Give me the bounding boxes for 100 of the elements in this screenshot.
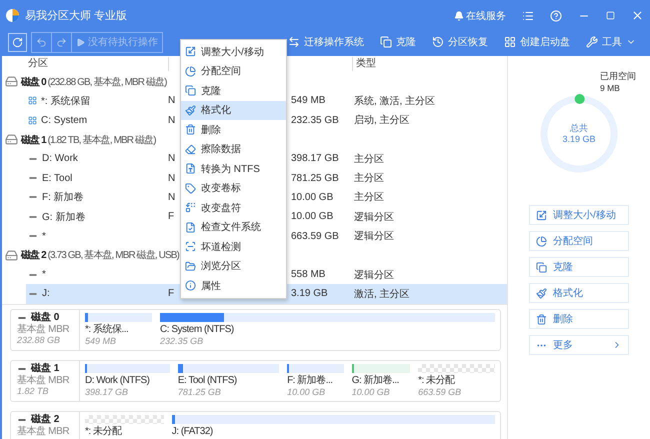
file-system-cell: N <box>168 114 176 126</box>
type-cell-text: 主分区 <box>354 190 385 204</box>
help-icon[interactable] <box>550 10 562 22</box>
menu-item[interactable]: 改变盘符 <box>181 198 286 218</box>
used-space-value: 9 MB <box>600 83 621 93</box>
partition-size: 549 MB <box>85 336 118 347</box>
menu-item[interactable]: 改变卷标 <box>181 178 286 198</box>
refresh-icon <box>12 36 23 48</box>
column-header: 类型 <box>352 57 476 71</box>
partition-name[interactable]: E: Tool <box>42 172 168 184</box>
redo-icon <box>56 36 67 48</box>
maximize-icon[interactable] <box>606 11 615 20</box>
disk-row-label: 磁盘 0 (232.88 GB, 基本盘, MBR 磁盘) <box>21 76 167 89</box>
disk-title: 磁盘 1 <box>31 362 60 374</box>
arrows-icon <box>288 36 300 48</box>
partition-name: J: (FAT32) <box>172 426 214 438</box>
partition-bar[interactable] <box>85 364 170 373</box>
partition-name: *: 未分配 <box>418 374 456 387</box>
partition-bar[interactable] <box>160 312 495 322</box>
disk-type: 基本盘 MBR <box>17 324 70 335</box>
wrench-icon <box>586 36 598 48</box>
partition-name: D: Work (NTFS) <box>85 374 150 387</box>
brush-icon <box>185 104 196 116</box>
action-button[interactable]: 删除 <box>529 309 629 329</box>
scan-icon <box>185 241 196 252</box>
file-system-cell: N <box>168 95 176 106</box>
pie-chart-icon <box>536 236 547 246</box>
disk-type: 基本盘 MBR <box>17 374 70 386</box>
copy-icon <box>380 36 392 48</box>
resize-icon <box>536 210 547 220</box>
info-icon <box>185 280 196 292</box>
action-button[interactable]: 格式化 <box>529 283 629 303</box>
history-icon <box>432 36 444 48</box>
partition-bar[interactable] <box>287 364 344 373</box>
type-cell-text: 激活, 主分区 <box>354 288 411 301</box>
type-cell-text: 主分区 <box>354 172 385 186</box>
type-cell-text: 逻辑分区 <box>354 210 395 224</box>
disk-card[interactable]: 磁盘 1 基本盘 MBR 1.82 TB D: Work (NTFS) 398.17 GB E: Tool (NTFS) 781.25 GB F: 新加卷... 10.00 GB G: 新加卷... 10.00 GB *: 未分配 663.59 GB <box>10 360 501 402</box>
action-button[interactable]: 更多 <box>529 335 629 355</box>
total-value: 3.19 GB <box>562 134 596 145</box>
partition-size: 781.25 GB <box>178 386 222 398</box>
partition-name[interactable]: J: <box>42 288 168 300</box>
capacity-cell-text: 663.59 GB <box>291 230 340 242</box>
menu-item[interactable]: 检查文件系统 <box>181 218 286 237</box>
partition-name[interactable]: * <box>42 269 168 280</box>
file-type-icon <box>185 163 196 174</box>
window-title: 易我分区大师 专业版 <box>25 9 128 23</box>
partition-size: 663.59 GB <box>418 386 462 398</box>
partition-name[interactable]: *: 系统保留 <box>41 94 168 108</box>
disk-type: 基本盘 MBR <box>17 426 70 437</box>
type-cell-text: 启动, 主分区 <box>354 114 411 128</box>
partition-name[interactable]: G: 新加卷 <box>42 210 168 224</box>
menu-item[interactable]: 属性 <box>181 276 286 296</box>
file-system-cell: F <box>168 211 174 222</box>
partition-bar[interactable] <box>85 312 152 322</box>
copy-icon <box>536 262 547 272</box>
partition-size: 398.17 GB <box>85 386 130 398</box>
partition-bar[interactable] <box>352 364 410 373</box>
disk-title: 磁盘 0 <box>31 312 60 324</box>
file-system-cell: N <box>168 192 176 203</box>
trash-icon <box>185 124 196 136</box>
brush-icon <box>536 288 547 298</box>
action-button[interactable]: 调整大小/移动 <box>529 205 629 225</box>
play-icon <box>76 38 85 46</box>
refresh-button[interactable] <box>8 32 27 52</box>
partition-name[interactable]: D: Work <box>42 153 168 164</box>
toolbar-button[interactable]: 创建启动盘 <box>498 35 576 49</box>
menu-item[interactable]: 格式化 <box>181 100 286 120</box>
action-button[interactable]: 克隆 <box>529 257 629 277</box>
toolbar-button[interactable]: 工具 <box>580 35 642 49</box>
partition-name: F: 新加卷... <box>287 374 334 387</box>
disk-card[interactable]: 磁盘 0 基本盘 MBR 232.88 GB *: 系统保... 549 MB C: System (NTFS) 232.35 GB <box>10 308 501 351</box>
menu-item[interactable]: 转换为 NTFS <box>181 159 286 178</box>
resize-icon <box>185 46 196 58</box>
partition-bar[interactable] <box>178 364 280 373</box>
partition-name: E: Tool (NTFS) <box>178 374 238 387</box>
type-cell-text: 逻辑分区 <box>354 230 395 244</box>
action-button[interactable]: 分配空间 <box>529 231 629 251</box>
replace-icon <box>185 202 196 214</box>
close-icon[interactable] <box>631 9 644 22</box>
partition-name[interactable]: * <box>42 230 168 242</box>
menu-item[interactable]: 分配空间 <box>181 62 286 81</box>
partition-name[interactable]: C: System <box>41 114 168 126</box>
menu-item[interactable]: 删除 <box>181 120 286 140</box>
grid-icon <box>504 36 516 48</box>
menu-item[interactable]: 克隆 <box>181 81 286 100</box>
toolbar-button[interactable]: 克隆 <box>374 35 422 49</box>
capacity-cell-text: 398.17 GB <box>291 153 340 164</box>
disk-row-label: 磁盘 2 (3.73 GB, 基本盘, MBR 磁盘, USB) <box>21 248 179 262</box>
menu-item[interactable]: 坏道检测 <box>181 237 286 256</box>
online-service-link[interactable]: 在线服务 <box>454 8 506 22</box>
capacity-cell-text: 558 MB <box>291 269 326 280</box>
menu-item[interactable]: 擦除数据 <box>181 140 286 159</box>
partition-name[interactable]: F: 新加卷 <box>42 190 168 204</box>
column-header: 分区 <box>27 57 49 71</box>
menu-item[interactable]: 浏览分区 <box>181 256 286 276</box>
capacity-cell-text: 3.19 GB <box>291 288 329 300</box>
toolbar-button[interactable]: 分区恢复 <box>426 35 494 49</box>
disk-title: 磁盘 2 <box>31 414 60 426</box>
eraser-icon <box>185 144 196 155</box>
